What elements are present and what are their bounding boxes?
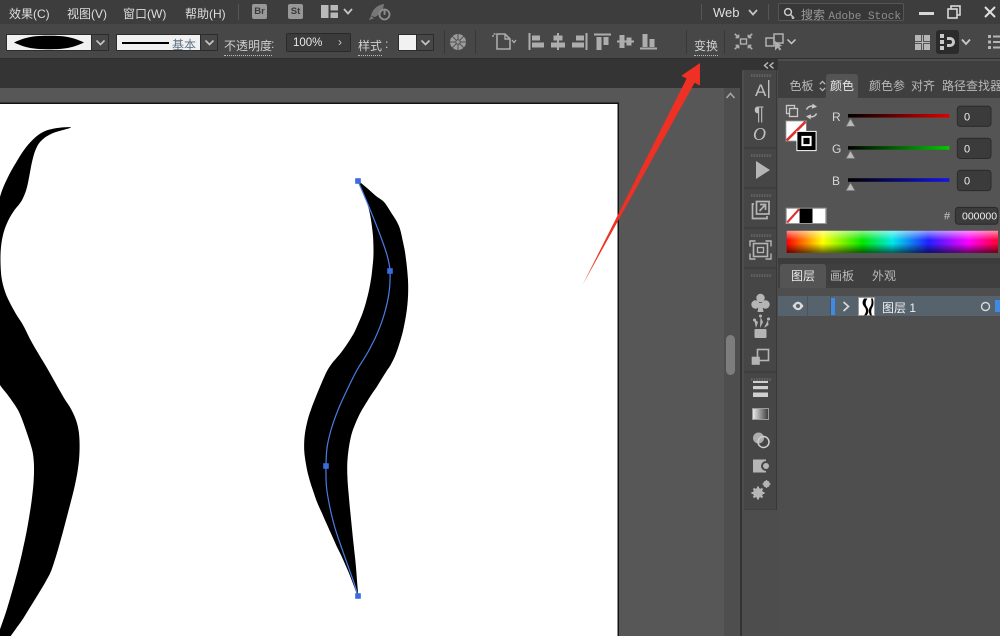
svg-text:0: 0	[964, 112, 970, 124]
svg-text:000000: 000000	[962, 211, 997, 223]
svg-text:B: B	[832, 174, 840, 188]
svg-text:G: G	[832, 142, 841, 156]
svg-text:O: O	[753, 124, 766, 144]
svg-text:0: 0	[964, 144, 970, 156]
svg-text:¶: ¶	[754, 104, 764, 125]
svg-text:#: #	[944, 211, 951, 223]
svg-text:R: R	[832, 110, 841, 124]
svg-text:0: 0	[964, 176, 970, 188]
svg-text:A: A	[755, 81, 767, 100]
